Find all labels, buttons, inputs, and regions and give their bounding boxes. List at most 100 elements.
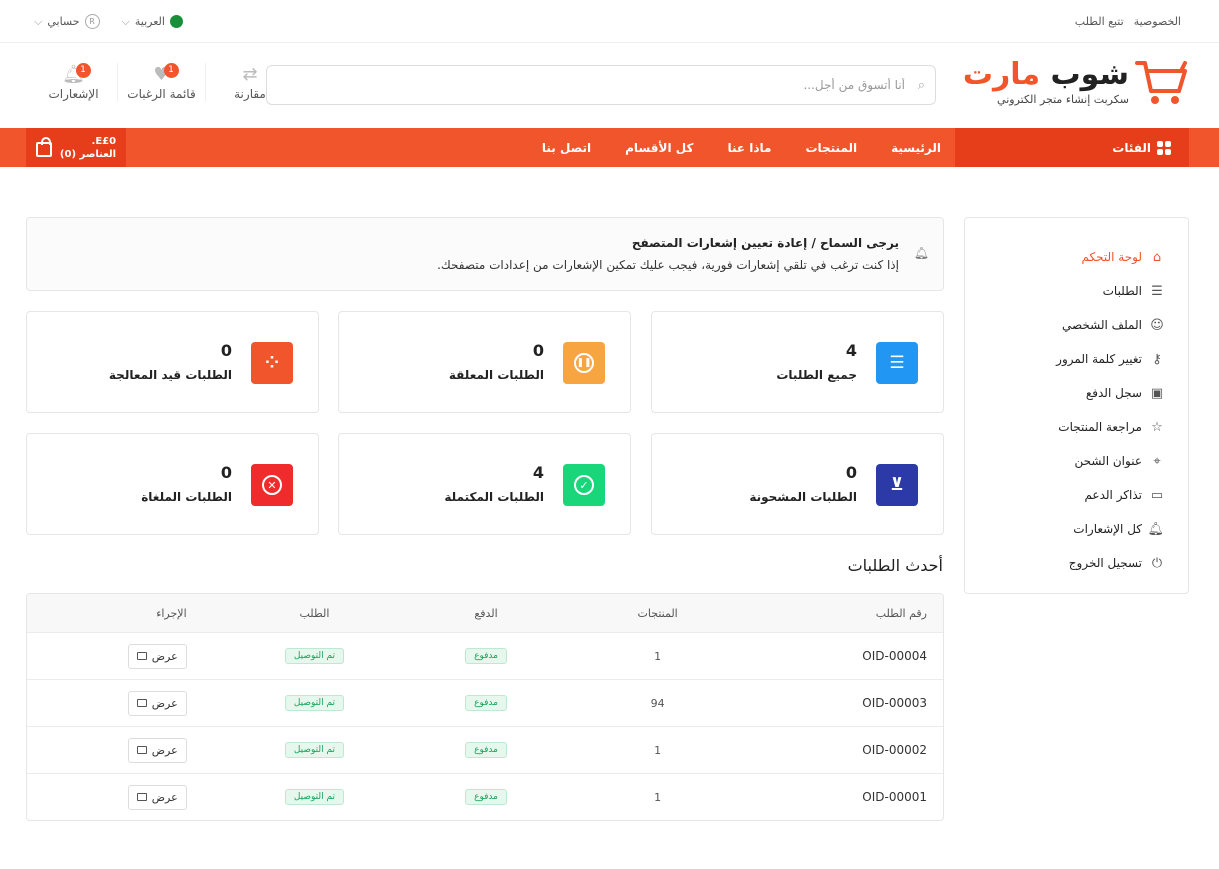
nav-links: الرئيسية المنتجات ماذا عنا كل الأقسام ات…: [542, 128, 941, 167]
header-order-status: الطلب: [299, 606, 330, 620]
view-label: عرض: [151, 696, 178, 710]
search-input[interactable]: [267, 66, 935, 104]
top-bar: الخصوصية تتبع الطلب ⌵ حسابي R ⌵ العربية: [0, 0, 1219, 43]
list-icon: ☰: [1151, 283, 1163, 299]
sidebar-item-label: تسجيل الخروج: [1068, 556, 1142, 570]
logout-icon: ⏻: [1151, 555, 1163, 571]
status-cell: تم التوصيل: [229, 695, 401, 711]
home-icon: ⌂: [1152, 249, 1162, 265]
top-selectors: ⌵ حسابي R ⌵ العربية: [34, 14, 183, 29]
language-label: العربية: [134, 15, 165, 28]
track-order-link[interactable]: تتبع الطلب: [1075, 15, 1124, 28]
alert-text: إذا كنت ترغب في تلقي إشعارات فورية، فيجب…: [437, 258, 899, 272]
action-cell: عرض: [27, 690, 229, 716]
bell-icon: 🔔︎: [913, 246, 929, 260]
sidebar-item-logout[interactable]: ⏻ تسجيل الخروج: [965, 546, 1188, 580]
sidebar-item-dashboard[interactable]: ⌂ لوحة التحكم: [965, 240, 1188, 274]
monitor-icon: [136, 652, 147, 660]
sidebar-item-payment-history[interactable]: ▣ سجل الدفع: [965, 376, 1188, 410]
chevron-down-icon: ⌵: [121, 14, 130, 28]
compare-button[interactable]: ⇄ مقارنة: [206, 63, 294, 101]
sidebar-item-notifications[interactable]: 🔔︎ كل الإشعارات: [965, 512, 1188, 546]
chevron-down-icon: ⌵: [34, 14, 43, 28]
nav-link-all-sections[interactable]: كل الأقسام: [625, 141, 693, 155]
view-label: عرض: [151, 790, 178, 804]
cart-button[interactable]: E£0. العناصر (0): [26, 128, 126, 167]
close-icon: ✕: [251, 464, 293, 506]
sidebar-item-label: تذاكر الدعم: [1084, 488, 1142, 502]
categories-button[interactable]: الفئات: [955, 128, 1189, 167]
table-row: OID-00001 1 مدفوع تم التوصيل عرض: [27, 773, 943, 820]
sidebar-item-label: الملف الشخصي: [1062, 318, 1142, 332]
account-dropdown[interactable]: ⌵ حسابي R: [34, 14, 100, 29]
stat-label: الطلبات المكتملة: [444, 490, 544, 504]
table-row: OID-00004 1 مدفوع تم التوصيل عرض: [27, 632, 943, 679]
logo[interactable]: شوب مارت سكربت إنشاء متجر الكتروني: [963, 57, 1189, 107]
stat-label: الطلبات المشحونة: [749, 490, 857, 504]
stat-value: 0: [532, 341, 544, 360]
action-cell: عرض: [27, 737, 229, 763]
stat-value: 0: [845, 463, 857, 482]
money-icon: ▣: [1150, 385, 1164, 401]
status-badge: تم التوصيل: [284, 742, 344, 758]
order-products: 1: [654, 790, 662, 804]
search-icon[interactable]: ⌕: [918, 78, 925, 93]
order-id: OID-00003: [862, 696, 927, 710]
compare-arrows-icon: ⇄: [242, 64, 258, 85]
stat-card-processing-orders[interactable]: ⁘ 0 الطلبات قيد المعالجة: [26, 311, 319, 413]
status-cell: تم التوصيل: [229, 742, 401, 758]
stat-card-all-orders[interactable]: ☰ 4 جميع الطلبات: [651, 311, 944, 413]
sidebar-item-product-reviews[interactable]: ☆ مراجعة المنتجات: [965, 410, 1188, 444]
language-dropdown[interactable]: ⌵ العربية: [122, 14, 183, 29]
account-sidebar: ⌂ لوحة التحكم ☰ الطلبات ☺ الملف الشخصي ⚷…: [964, 217, 1189, 594]
stat-value: 4: [845, 341, 857, 360]
sidebar-item-change-password[interactable]: ⚷ تغيير كلمة المرور: [965, 342, 1188, 376]
view-order-button[interactable]: عرض: [127, 690, 187, 716]
view-order-button[interactable]: عرض: [127, 643, 187, 669]
stat-card-pending-orders[interactable]: ❚❚ 0 الطلبات المعلقة: [338, 311, 631, 413]
stat-value: 0: [220, 463, 232, 482]
sidebar-item-profile[interactable]: ☺ الملف الشخصي: [965, 308, 1188, 342]
order-products: 1: [654, 743, 662, 757]
categories-label: الفئات: [1112, 140, 1151, 155]
grid-icon: [1157, 140, 1171, 155]
stat-value: 4: [532, 463, 544, 482]
logo-name-part1: شوب: [1050, 56, 1129, 92]
bell-icon: 🔔︎: [62, 64, 85, 85]
monitor-icon: [136, 746, 147, 754]
stat-card-shipped-orders[interactable]: ⊻ 0 الطلبات المشحونة: [651, 433, 944, 535]
heart-icon: ♥: [153, 64, 170, 85]
order-id: OID-00004: [862, 649, 927, 663]
sidebar-item-support-tickets[interactable]: ▭ تذاكر الدعم: [965, 478, 1188, 512]
sidebar-item-label: لوحة التحكم: [1081, 250, 1143, 264]
notifications-label: الإشعارات: [48, 87, 99, 101]
notifications-button[interactable]: 🔔︎ 1 الإشعارات: [30, 63, 118, 101]
key-icon: ⚷: [1152, 351, 1162, 367]
cart-items: العناصر (0): [59, 148, 117, 160]
notifications-badge: 1: [75, 63, 91, 78]
wishlist-button[interactable]: ♥ 1 قائمة الرغبات: [118, 63, 206, 101]
privacy-link[interactable]: الخصوصية: [1134, 15, 1181, 28]
view-order-button[interactable]: عرض: [127, 784, 187, 810]
view-order-button[interactable]: عرض: [127, 737, 187, 763]
header-action: الإجراء: [156, 606, 187, 620]
action-cell: عرض: [27, 784, 229, 810]
logo-name: شوب مارت: [963, 56, 1129, 92]
nav-link-about[interactable]: ماذا عنا: [727, 141, 771, 155]
sidebar-item-label: سجل الدفع: [1085, 386, 1142, 400]
stat-label: جميع الطلبات: [776, 368, 857, 382]
stat-card-completed-orders[interactable]: ✓ 4 الطلبات المكتملة: [338, 433, 631, 535]
nav-link-home[interactable]: الرئيسية: [891, 141, 941, 155]
header-order-id: رقم الطلب: [875, 606, 927, 620]
cart-total: E£0.: [91, 135, 117, 147]
view-label: عرض: [151, 743, 178, 757]
sidebar-item-shipping-address[interactable]: ⌖ عنوان الشحن: [965, 444, 1188, 478]
wishlist-badge: 1: [163, 63, 179, 78]
stat-card-cancelled-orders[interactable]: ✕ 0 الطلبات الملغاة: [26, 433, 319, 535]
nav-link-products[interactable]: المنتجات: [805, 141, 857, 155]
payment-badge: مدفوع: [465, 695, 507, 711]
stat-label: الطلبات الملغاة: [141, 490, 232, 504]
sidebar-item-orders[interactable]: ☰ الطلبات: [965, 274, 1188, 308]
payment-badge: مدفوع: [465, 648, 507, 664]
nav-link-contact[interactable]: اتصل بنا: [542, 141, 591, 155]
